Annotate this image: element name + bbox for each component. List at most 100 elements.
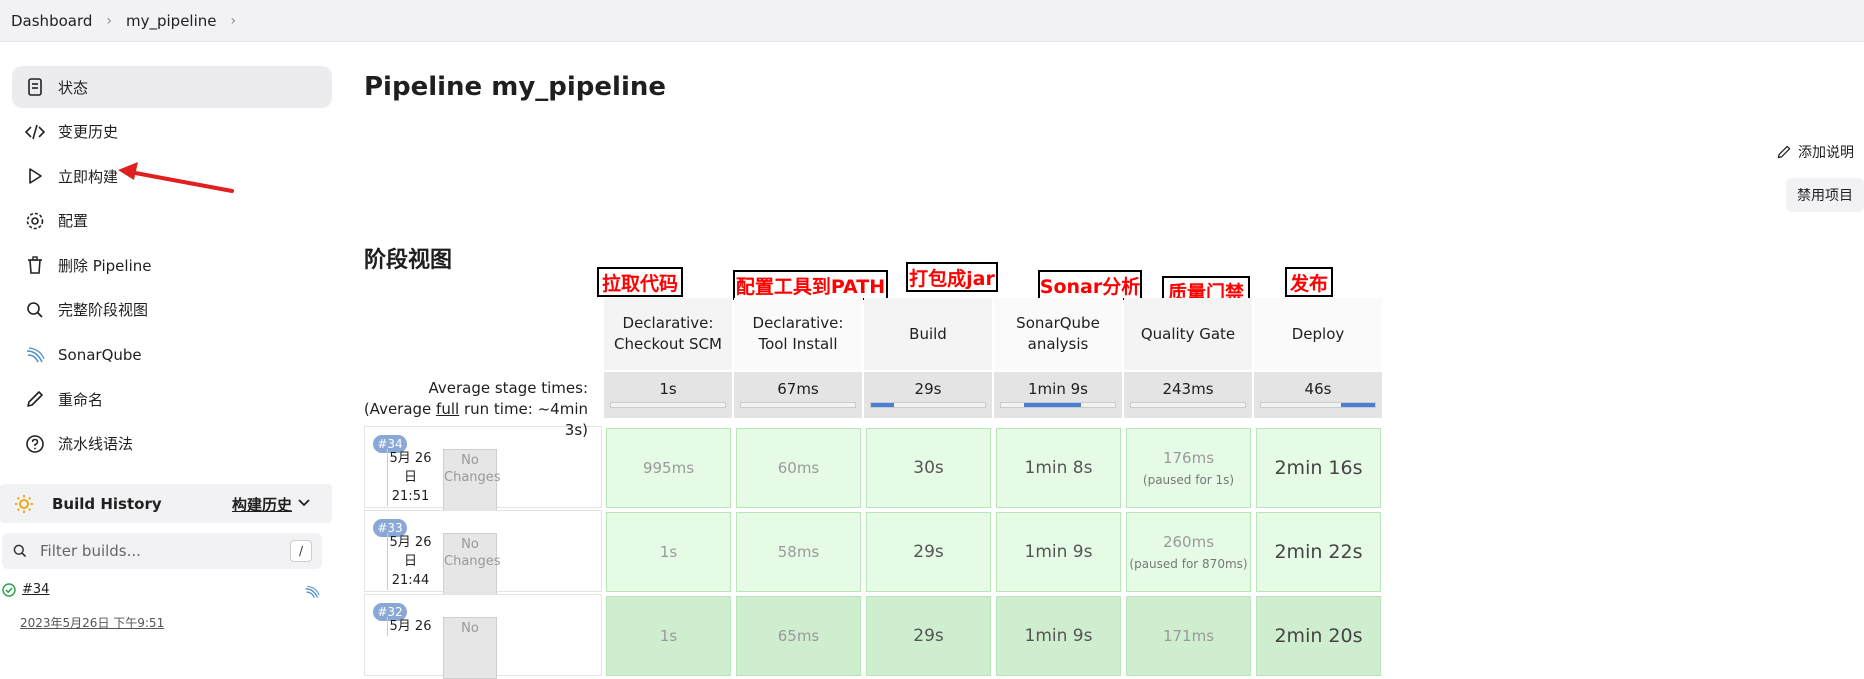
stage-header[interactable]: Quality Gate xyxy=(1124,298,1253,370)
stage-duration: 176ms xyxy=(1162,449,1215,467)
stage-average-time: 46s xyxy=(1304,380,1332,398)
sidebar-item-pipeline-syntax[interactable]: 流水线语法 xyxy=(12,423,332,465)
sidebar-item-label: SonarQube xyxy=(58,345,142,364)
stage-cell[interactable]: 1min 9s xyxy=(996,512,1121,592)
shortcut-key: / xyxy=(290,540,312,562)
sidebar-item-changes[interactable]: 变更历史 xyxy=(12,111,332,153)
trash-icon xyxy=(24,254,46,276)
chevron-right-icon: › xyxy=(106,12,112,29)
stage-duration: 29s xyxy=(913,626,944,646)
sidebar-item-configure[interactable]: 配置 xyxy=(12,200,332,242)
stage-cell[interactable]: 260ms (paused for 870ms) xyxy=(1126,512,1251,592)
stage-duration: 60ms xyxy=(777,459,820,477)
run-date: 5月 26 日 21:44 xyxy=(387,533,433,590)
sidebar-item-delete[interactable]: 删除 Pipeline xyxy=(12,244,332,286)
stage-average-time: 67ms xyxy=(777,380,819,398)
build-history-title: Build History xyxy=(52,494,162,513)
full-run-link[interactable]: full xyxy=(436,400,459,418)
sidebar-item-full-stage-view[interactable]: 完整阶段视图 xyxy=(12,289,332,331)
sun-icon xyxy=(15,494,33,513)
stage-name: Deploy xyxy=(1292,324,1345,345)
stage-header[interactable]: Declarative: Tool Install xyxy=(734,298,863,370)
stage-cell[interactable]: 2min 16s xyxy=(1256,428,1381,508)
stage-cell[interactable]: 1min 9s xyxy=(996,596,1121,676)
stage-cell[interactable]: 171ms xyxy=(1126,596,1251,676)
stage-name-line: analysis xyxy=(1027,335,1089,353)
stage-average-time: 1min 9s xyxy=(1028,380,1088,398)
stage-header[interactable]: SonarQube analysis xyxy=(994,298,1123,370)
run-date-line: 5月 26 xyxy=(389,451,432,466)
add-description-link[interactable]: 添加说明 xyxy=(1776,142,1854,162)
stage-name-line: Declarative: xyxy=(622,314,714,332)
sidebar-item-label: 状态 xyxy=(58,78,89,97)
stage-cell[interactable]: 1s xyxy=(606,512,731,592)
sidebar-item-label: 删除 Pipeline xyxy=(58,256,152,275)
stage-average: 243ms xyxy=(1124,372,1253,418)
stage-progress-fill xyxy=(1340,403,1375,407)
chevron-right-icon[interactable]: › xyxy=(231,13,237,29)
stage-cell[interactable]: 176ms (paused for 1s) xyxy=(1126,428,1251,508)
stage-name-line: Build xyxy=(909,324,947,343)
stage-cell[interactable]: 58ms xyxy=(736,512,861,592)
avg-label-line1: Average stage times: xyxy=(428,379,588,397)
stage-cell[interactable]: 2min 20s xyxy=(1256,596,1381,676)
stage-progress-bar xyxy=(740,402,856,408)
stage-progress-bar xyxy=(870,402,986,408)
stage-cell[interactable]: 29s xyxy=(866,512,991,592)
breadcrumb-pipeline[interactable]: my_pipeline xyxy=(126,12,217,30)
avg-label-line3: 3s) xyxy=(564,421,588,439)
stage-header[interactable]: Deploy xyxy=(1254,298,1383,370)
stage-duration: 29s xyxy=(913,542,944,562)
run-row-header[interactable]: #32 5月 26 No xyxy=(364,594,602,679)
build-history-header[interactable]: Build History 构建历史 xyxy=(0,484,332,523)
stage-average: 1s xyxy=(604,372,733,418)
run-date-line: 21:51 xyxy=(391,489,430,504)
stage-duration: 2min 16s xyxy=(1274,457,1363,479)
run-date-line: 5月 26 xyxy=(389,535,432,550)
build-entry[interactable]: #34 xyxy=(2,582,49,597)
stage-average-time: 1s xyxy=(659,380,677,398)
disable-project-button[interactable]: 禁用项目 xyxy=(1786,178,1864,212)
breadcrumb-dashboard[interactable]: Dashboard xyxy=(11,12,92,30)
stage-paused-note: (paused for 1s) xyxy=(1142,473,1235,487)
chevron-down-icon[interactable] xyxy=(296,494,312,510)
stage-name-line: Deploy xyxy=(1291,324,1345,343)
stage-name: SonarQube analysis xyxy=(1016,313,1100,355)
stage-progress-bar xyxy=(1130,402,1246,408)
stage-cell[interactable]: 995ms xyxy=(606,428,731,508)
run-row-header[interactable]: #33 5月 26 日 21:44 No Changes xyxy=(364,510,602,595)
stage-name: Build xyxy=(909,324,947,345)
sidebar-item-rename[interactable]: 重命名 xyxy=(12,378,332,420)
breadcrumb: Dashboard › my_pipeline › xyxy=(0,0,1864,42)
stage-name-line: Checkout SCM xyxy=(614,335,722,353)
sidebar-item-status[interactable]: 状态 xyxy=(12,66,332,108)
sidebar-item-sonarqube[interactable]: SonarQube xyxy=(12,334,332,376)
stage-header[interactable]: Build xyxy=(864,298,993,370)
stage-cell[interactable]: 30s xyxy=(866,428,991,508)
stage-cell[interactable]: 29s xyxy=(866,596,991,676)
stage-progress-bar xyxy=(1000,402,1116,408)
avg-label-prefix: (Average xyxy=(363,400,437,418)
stage-cell[interactable]: 65ms xyxy=(736,596,861,676)
run-date: 5月 26 日 21:51 xyxy=(387,449,433,506)
build-date-link[interactable]: 2023年5月26日 下午9:51 xyxy=(20,614,164,631)
stage-duration: 1min 9s xyxy=(1024,626,1093,646)
sonarqube-icon[interactable] xyxy=(304,584,320,600)
stage-cell[interactable]: 60ms xyxy=(736,428,861,508)
stage-duration: 1min 8s xyxy=(1024,458,1093,478)
stage-average: 46s xyxy=(1254,372,1383,418)
document-icon xyxy=(24,76,46,98)
stage-progress-fill xyxy=(871,403,894,407)
sidebar-item-label: 变更历史 xyxy=(58,123,119,142)
stage-header[interactable]: Declarative: Checkout SCM xyxy=(604,298,733,370)
search-icon xyxy=(13,544,27,558)
sidebar-item-label: 重命名 xyxy=(58,390,104,409)
stage-name-line: Quality Gate xyxy=(1140,324,1236,343)
build-number-link[interactable]: #34 xyxy=(22,582,49,597)
play-icon xyxy=(24,165,46,187)
build-history-link[interactable]: 构建历史 xyxy=(232,494,292,515)
stage-cell[interactable]: 1min 8s xyxy=(996,428,1121,508)
stage-cell[interactable]: 2min 22s xyxy=(1256,512,1381,592)
stage-cell[interactable]: 1s xyxy=(606,596,731,676)
filter-builds-input[interactable]: Filter builds... / xyxy=(2,533,322,569)
